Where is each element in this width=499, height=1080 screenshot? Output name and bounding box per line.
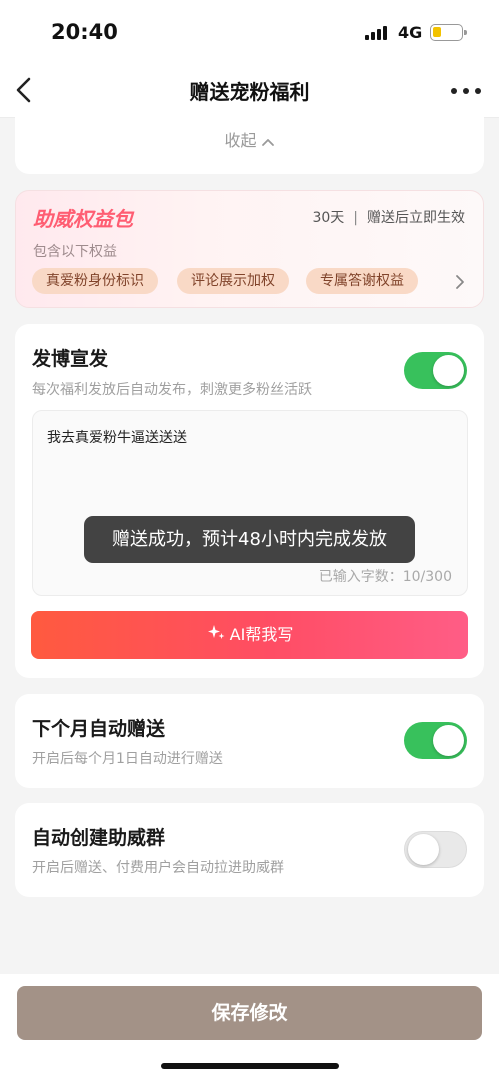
success-toast: 赠送成功，预计48小时内完成发放	[84, 516, 415, 563]
ai-write-label: AI帮我写	[229, 625, 294, 644]
char-count: 已输入字数：10/300	[318, 569, 452, 585]
battery-icon	[430, 24, 467, 41]
bottom-bar: 保存修改	[0, 974, 499, 1080]
benefit-chip: 评论展示加权	[177, 268, 289, 294]
status-bar: 20:40 4G	[0, 0, 499, 66]
home-indicator	[161, 1063, 339, 1069]
more-dots-icon[interactable]	[451, 88, 481, 94]
benefit-title: 助威权益包	[33, 207, 133, 231]
post-text-value: 我去真爱粉牛逼送送送	[47, 430, 187, 446]
benefit-package-card: 助威权益包 30天 | 赠送后立即生效 包含以下权益 真爱粉身份标识 评论展示加权 …	[15, 190, 484, 308]
auto-gift-card: 下个月自动赠送 开启后每个月1日自动进行赠送	[15, 694, 484, 788]
benefit-meta: 30天 | 赠送后立即生效	[312, 210, 465, 226]
benefit-chip: 专属答谢权益	[306, 268, 418, 294]
auto-group-desc: 开启后赠送、付费用户会自动拉进助威群	[32, 860, 284, 876]
auto-group-toggle[interactable]	[404, 831, 467, 868]
benefit-chip: 真爱粉身份标识	[32, 268, 158, 294]
post-promotion-card: 发博宣发 每次福利发放后自动发布，刺激更多粉丝活跃 我去真爱粉牛逼送送送 已输入…	[15, 324, 484, 678]
benefit-duration: 30天	[312, 210, 345, 226]
benefit-effect: 赠送后立即生效	[367, 210, 465, 226]
chevron-up-icon	[261, 132, 275, 151]
auto-gift-title: 下个月自动赠送	[32, 718, 166, 740]
post-desc: 每次福利发放后自动发布，刺激更多粉丝活跃	[32, 382, 312, 398]
auto-group-card: 自动创建助威群 开启后赠送、付费用户会自动拉进助威群	[15, 803, 484, 897]
network-label: 4G	[398, 23, 423, 42]
nav-bar: 赠送宠粉福利	[0, 66, 499, 118]
post-toggle[interactable]	[404, 352, 467, 389]
post-title: 发博宣发	[32, 348, 109, 370]
collapse-label: 收起	[224, 131, 257, 150]
sparkle-icon	[206, 612, 226, 660]
ai-write-button[interactable]: AI帮我写	[31, 611, 468, 659]
chevron-right-icon[interactable]	[455, 274, 465, 290]
post-text-input[interactable]: 我去真爱粉牛逼送送送 已输入字数：10/300	[32, 410, 468, 596]
auto-group-title: 自动创建助威群	[32, 827, 166, 849]
collapse-button[interactable]: 收起	[15, 127, 484, 151]
status-time: 20:40	[51, 20, 118, 44]
benefit-subtitle: 包含以下权益	[33, 244, 117, 260]
save-button[interactable]: 保存修改	[17, 986, 482, 1040]
page-title: 赠送宠粉福利	[189, 80, 310, 104]
benefit-detail-card: 收起	[15, 116, 484, 174]
auto-gift-toggle[interactable]	[404, 722, 467, 759]
auto-gift-desc: 开启后每个月1日自动进行赠送	[32, 751, 223, 767]
signal-icon	[365, 26, 391, 40]
